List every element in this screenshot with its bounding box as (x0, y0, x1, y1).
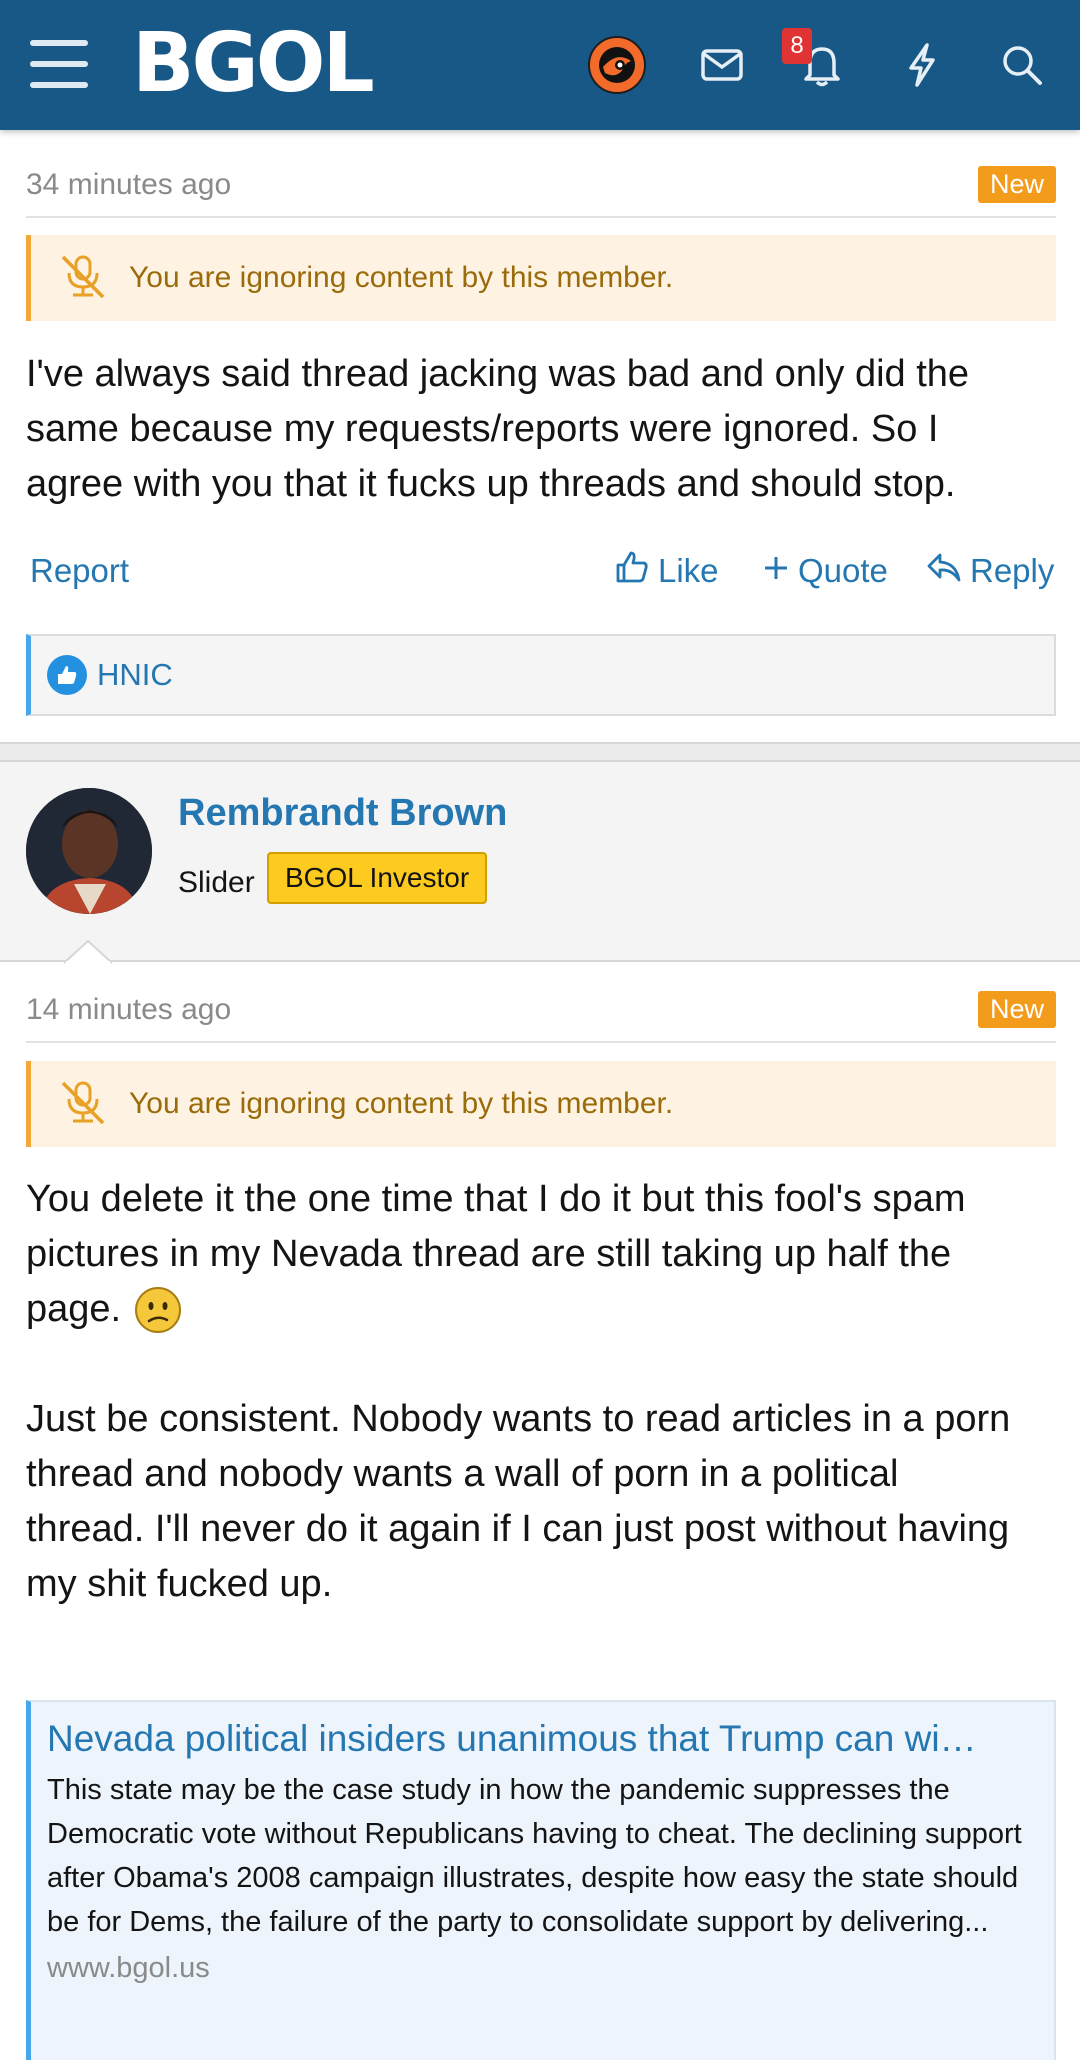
divider (26, 216, 1056, 218)
top-navigation-bar: BGOL 8 (0, 0, 1080, 130)
post-meta: 14 minutes ago New (26, 991, 1056, 1028)
ignore-notice: You are ignoring content by this member. (26, 235, 1056, 321)
post-separator (0, 742, 1080, 762)
post-body: I've always said thread jacking was bad … (26, 347, 1066, 512)
username[interactable]: Rembrandt Brown (178, 792, 507, 835)
post-body: You delete it the one time that I do it … (26, 1172, 1066, 1612)
post-author-block: Rembrandt Brown Slider BGOL Investor (0, 762, 1080, 962)
link-preview-title[interactable]: Nevada political insiders unanimous that… (47, 1718, 1034, 1760)
notification-count-badge[interactable]: 8 (782, 28, 812, 64)
user-banner: BGOL Investor (267, 852, 488, 904)
reply-button[interactable]: Reply (926, 551, 1054, 591)
new-badge: New (977, 991, 1056, 1028)
plus-icon (762, 552, 798, 590)
post-body-line: I've always said thread jacking was bad … (26, 353, 970, 395)
link-preview[interactable]: Nevada political insiders unanimous that… (26, 1700, 1056, 2060)
reply-label: Reply (970, 552, 1055, 589)
post-body-line: page. (26, 1282, 1066, 1337)
ignore-notice-text: You are ignoring content by this member. (129, 261, 674, 294)
post-body-line: pictures in my Nevada thread are still t… (26, 1233, 952, 1275)
post-timestamp[interactable]: 34 minutes ago (26, 168, 231, 202)
site-logo[interactable]: BGOL (132, 18, 375, 110)
user-title: Slider (178, 866, 255, 899)
divider (26, 1041, 1056, 1043)
link-preview-domain: www.bgol.us (47, 1952, 210, 1984)
muted-mic-icon (57, 253, 111, 304)
report-link[interactable]: Report (30, 552, 129, 590)
quote-button[interactable]: Quote (762, 552, 888, 590)
reactions-bar: HNIC (26, 634, 1056, 716)
muted-mic-icon (57, 1079, 111, 1130)
new-badge: New (977, 166, 1056, 203)
thumbs-up-icon (614, 549, 658, 593)
post-body-line: thread. I'll never do it again if I can … (26, 1508, 1010, 1550)
post-body-line: my shit fucked up. (26, 1563, 333, 1605)
link-preview-description: This state may be the case study in how … (47, 1774, 1022, 1938)
confused-smiley-icon (133, 1285, 183, 1335)
post-body-line: same because my requests/reports were ig… (26, 408, 939, 450)
bolt-icon[interactable] (890, 33, 954, 97)
post-body-line: You delete it the one time that I do it … (26, 1178, 966, 1220)
like-reaction-icon (47, 655, 87, 695)
post-body-line: agree with you that it fucks up threads … (26, 463, 956, 505)
avatar[interactable] (26, 788, 152, 914)
ignore-notice: You are ignoring content by this member. (26, 1061, 1056, 1147)
menu-icon[interactable] (30, 40, 88, 88)
account-avatar[interactable] (585, 33, 649, 97)
reactor-name[interactable]: HNIC (97, 657, 173, 693)
post-meta: 34 minutes ago New (26, 166, 1056, 203)
ignore-notice-text: You are ignoring content by this member. (129, 1087, 674, 1120)
post-actions: Report Like Quote Reply (26, 541, 1056, 601)
post-body-line: thread and nobody wants a wall of porn i… (26, 1453, 899, 1495)
search-icon[interactable] (990, 33, 1054, 97)
post-body-line: Just be consistent. Nobody wants to read… (26, 1398, 1011, 1440)
post-body-text: page. (26, 1288, 122, 1330)
post-timestamp[interactable]: 14 minutes ago (26, 993, 231, 1027)
quote-label: Quote (798, 552, 888, 589)
mail-icon[interactable] (690, 33, 754, 97)
reply-arrow-icon (926, 551, 970, 591)
like-button[interactable]: Like (614, 549, 719, 593)
message-arrow (64, 940, 112, 964)
like-label: Like (658, 552, 719, 589)
